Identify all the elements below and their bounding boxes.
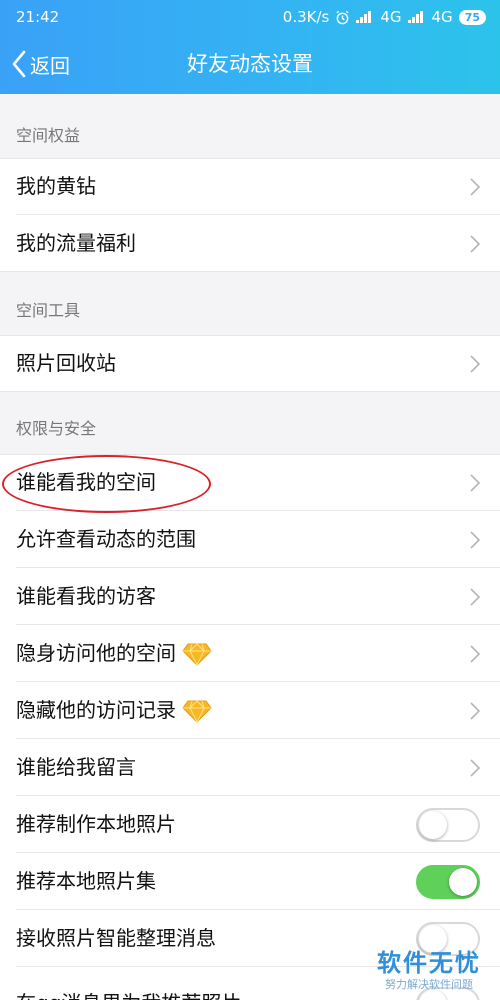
signal-icon <box>356 11 374 23</box>
row-label: 在qq消息里为我推荐照片 <box>16 975 241 1000</box>
app-header: 21:42 0.3K/s 4G 4G 75 返回 好友动态设置 <box>0 0 500 94</box>
section-header-space-tools: 空间工具 <box>16 301 81 320</box>
row-label: 我的黄钻 <box>16 174 96 198</box>
toggle-knob <box>449 868 477 896</box>
chevron-right-icon <box>470 645 480 663</box>
divider <box>0 271 500 272</box>
row-who-can-leave-message[interactable]: 谁能给我留言 <box>0 739 500 796</box>
network-type-2: 4G <box>431 8 453 26</box>
toggle-switch[interactable] <box>416 865 480 899</box>
row-recommend-local-photos: 推荐制作本地照片 <box>0 796 500 853</box>
chevron-right-icon <box>470 531 480 549</box>
row-label: 接收照片智能整理消息 <box>16 926 216 950</box>
row-my-yellow-diamond[interactable]: 我的黄钻 <box>0 158 500 215</box>
row-allowed-feed-range[interactable]: 允许查看动态的范围 <box>0 511 500 568</box>
status-time: 21:42 <box>16 8 60 26</box>
chevron-right-icon <box>470 355 480 373</box>
watermark-main: 软件无忧 <box>377 949 481 977</box>
row-photo-recycle-bin[interactable]: 照片回收站 <box>0 335 500 392</box>
chevron-right-icon <box>470 588 480 606</box>
row-who-can-view-my-visitors[interactable]: 谁能看我的访客 <box>0 568 500 625</box>
toggle-switch[interactable] <box>416 808 480 842</box>
chevron-right-icon <box>470 474 480 492</box>
chevron-right-icon <box>470 235 480 253</box>
row-label: 谁能看我的访客 <box>16 584 156 608</box>
row-who-can-view-my-space[interactable]: 谁能看我的空间 <box>0 454 500 511</box>
chevron-right-icon <box>470 759 480 777</box>
diamond-vip-icon <box>182 642 212 666</box>
row-label: 允许查看动态的范围 <box>16 527 196 551</box>
row-label: 谁能给我留言 <box>16 755 136 779</box>
toggle-knob <box>419 811 447 839</box>
row-my-data-benefits[interactable]: 我的流量福利 <box>0 215 500 272</box>
page-title: 好友动态设置 <box>187 52 313 76</box>
watermark-sub: 努力解决软件问题 <box>385 978 473 991</box>
diamond-vip-icon <box>182 699 212 723</box>
row-label: 推荐本地照片集 <box>16 869 156 893</box>
row-invisible-visit[interactable]: 隐身访问他的空间 <box>0 625 500 682</box>
watermark-logo: 软件无忧 努力解决软件问题 <box>370 948 488 992</box>
alarm-clock-icon <box>336 10 349 24</box>
status-bar: 21:42 0.3K/s 4G 4G 75 <box>0 0 500 34</box>
net-speed: 0.3K/s <box>282 8 330 26</box>
chevron-right-icon <box>470 178 480 196</box>
row-label: 谁能看我的空间 <box>16 470 156 494</box>
network-type-1: 4G <box>380 8 402 26</box>
status-right-group: 0.3K/s 4G 4G 75 <box>283 0 486 34</box>
battery-icon: 75 <box>458 9 486 25</box>
row-recommend-local-albums: 推荐本地照片集 <box>0 853 500 910</box>
row-label: 隐身访问他的空间 <box>16 641 176 665</box>
row-label: 推荐制作本地照片 <box>16 812 176 836</box>
divider <box>0 391 500 392</box>
section-header-space-benefits: 空间权益 <box>16 126 81 145</box>
row-label-wrap: 隐身访问他的空间 <box>16 625 212 682</box>
row-label: 隐藏他的访问记录 <box>16 698 176 722</box>
section-header-permissions-security: 权限与安全 <box>16 419 97 438</box>
nav-bar: 返回 好友动态设置 <box>0 34 500 94</box>
signal-icon-2 <box>407 11 426 23</box>
row-label: 我的流量福利 <box>16 231 136 255</box>
row-label: 照片回收站 <box>16 351 116 375</box>
row-label-wrap: 隐藏他的访问记录 <box>16 682 212 739</box>
row-hide-visit-record[interactable]: 隐藏他的访问记录 <box>0 682 500 739</box>
chevron-right-icon <box>470 702 480 720</box>
